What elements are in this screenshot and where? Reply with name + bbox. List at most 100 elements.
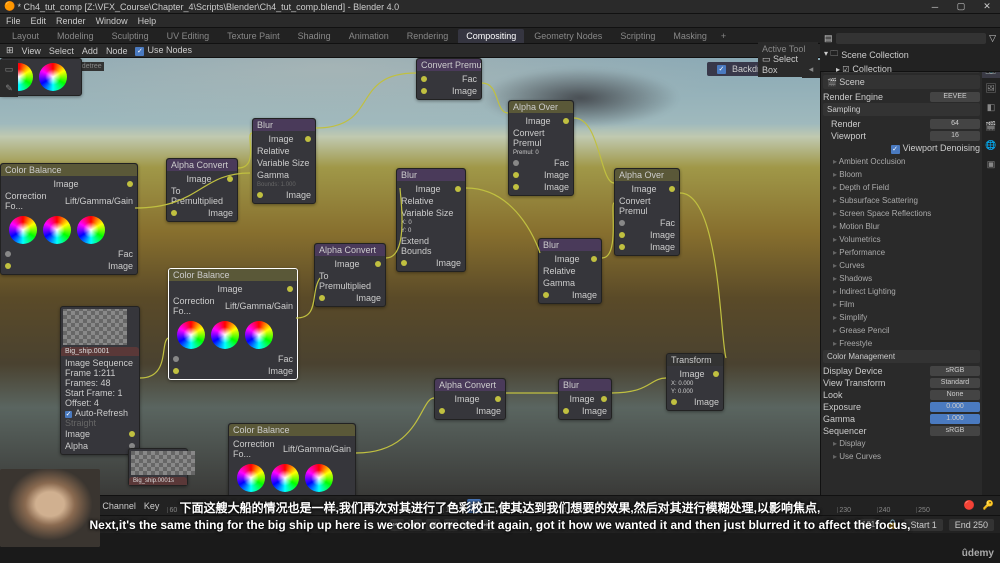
section-dof[interactable]: Depth of Field xyxy=(823,181,980,194)
section-indirect[interactable]: Indirect Lighting xyxy=(823,285,980,298)
tab-sculpting[interactable]: Sculpting xyxy=(104,29,157,43)
node-menu-select[interactable]: Select xyxy=(49,46,74,56)
blur-node-2[interactable]: Blur Image Relative Variable Size X: 0 Y… xyxy=(396,168,466,272)
annotate-tool[interactable]: ✎ xyxy=(0,79,18,97)
tab-layout[interactable]: Layout xyxy=(4,29,47,43)
section-shadows[interactable]: Shadows xyxy=(823,272,980,285)
menu-help[interactable]: Help xyxy=(138,16,157,26)
node-menu-view[interactable]: View xyxy=(22,46,41,56)
use-nodes-toggle[interactable]: Use Nodes xyxy=(135,45,192,56)
color-balance-node[interactable]: Color Balance Image Correction Fo...Lift… xyxy=(0,163,138,275)
object-properties-tab[interactable]: ▣ xyxy=(982,155,1000,173)
color-wheel-icon[interactable] xyxy=(245,321,273,349)
sequencer-dropdown[interactable]: sRGB xyxy=(930,426,980,436)
tab-rendering[interactable]: Rendering xyxy=(399,29,457,43)
output-properties-tab[interactable]: 🖼 xyxy=(982,79,1000,97)
menu-window[interactable]: Window xyxy=(96,16,128,26)
jump-end-button[interactable]: ⏭ xyxy=(480,519,494,531)
alpha-over-node-2[interactable]: Alpha Over ImageConvert PremulFacImageIm… xyxy=(614,168,680,256)
color-wheel-icon[interactable] xyxy=(271,464,299,492)
tab-texpaint[interactable]: Texture Paint xyxy=(219,29,288,43)
look-dropdown[interactable]: None xyxy=(930,390,980,400)
end-frame-field[interactable]: End 250 xyxy=(949,519,994,531)
gamma-field[interactable]: 1.000 xyxy=(930,414,980,424)
world-properties-tab[interactable]: 🌐 xyxy=(982,136,1000,154)
blur-node[interactable]: Blur Image Relative Variable Size Gamma … xyxy=(252,118,316,204)
menu-edit[interactable]: Edit xyxy=(31,16,47,26)
color-wheel-icon[interactable] xyxy=(9,216,37,244)
section-performance[interactable]: Performance xyxy=(823,246,980,259)
start-frame-field[interactable]: Start 1 xyxy=(904,519,942,531)
filter-funnel-icon[interactable]: ▽ xyxy=(989,33,996,44)
section-ao[interactable]: Ambient Occlusion xyxy=(823,155,980,168)
sidebar-toggle[interactable]: ◂ xyxy=(802,60,820,78)
section-freestyle[interactable]: Freestyle xyxy=(823,337,980,350)
viewlayer-properties-tab[interactable]: ◧ xyxy=(982,98,1000,116)
scene-datablock[interactable]: 🎬 Scene xyxy=(823,75,980,89)
tab-geonodes[interactable]: Geometry Nodes xyxy=(526,29,610,43)
tab-scripting[interactable]: Scripting xyxy=(612,29,663,43)
blur-node-3[interactable]: Blur ImageRelativeGammaImage xyxy=(538,238,602,304)
transform-node[interactable]: Transform ImageX: 0.000Y: 0.000Image xyxy=(666,353,724,411)
close-button[interactable]: ✕ xyxy=(978,2,996,12)
tab-uv[interactable]: UV Editing xyxy=(159,29,218,43)
blur-node-4[interactable]: Blur ImageImage xyxy=(558,378,612,420)
color-balance-node-selected[interactable]: Color Balance Image Correction Fo...Lift… xyxy=(168,268,298,380)
color-wheel-icon[interactable] xyxy=(305,464,333,492)
node-menu-node[interactable]: Node xyxy=(106,46,128,56)
menu-file[interactable]: File xyxy=(6,16,21,26)
section-film[interactable]: Film xyxy=(823,298,980,311)
color-wheel-icon[interactable] xyxy=(43,216,71,244)
section-gpencil[interactable]: Grease Pencil xyxy=(823,324,980,337)
image-input-node-2[interactable]: Big_ship.0001s xyxy=(128,448,188,486)
tab-animation[interactable]: Animation xyxy=(341,29,397,43)
exposure-field[interactable]: 0.000 xyxy=(930,402,980,412)
render-engine-dropdown[interactable]: EEVEE xyxy=(930,92,980,102)
section-simplify[interactable]: Simplify xyxy=(823,311,980,324)
section-volumetrics[interactable]: Volumetrics xyxy=(823,233,980,246)
add-workspace-button[interactable]: + xyxy=(717,31,730,41)
section-bloom[interactable]: Bloom xyxy=(823,168,980,181)
color-wheel-icon[interactable] xyxy=(211,321,239,349)
keyframe-prev-button[interactable]: ◀● xyxy=(408,519,422,531)
color-wheel-icon[interactable] xyxy=(77,216,105,244)
collection-row[interactable]: ▸ ☑ Collection xyxy=(822,63,998,75)
play-reverse-button[interactable]: ◀ xyxy=(426,519,440,531)
display-device-dropdown[interactable]: sRGB xyxy=(930,366,980,376)
scene-collection-row[interactable]: ▾ 🗀 Scene Collection xyxy=(822,47,998,63)
scene-properties-tab[interactable]: 🎬 xyxy=(982,117,1000,135)
frame-range-lock-icon[interactable]: 🔒 xyxy=(887,519,898,530)
editor-type-icon[interactable]: ⊞ xyxy=(6,45,14,56)
menu-render[interactable]: Render xyxy=(56,16,86,26)
keying-set-icon[interactable]: 🔑 xyxy=(983,500,994,511)
minimize-button[interactable]: ─ xyxy=(926,2,944,12)
node-menu-add[interactable]: Add xyxy=(82,46,98,56)
tab-compositing[interactable]: Compositing xyxy=(458,29,524,43)
autokey-icon[interactable]: 🔴 xyxy=(964,500,975,511)
select-tool[interactable]: ▭ xyxy=(0,60,18,78)
tab-shading[interactable]: Shading xyxy=(290,29,339,43)
section-ssr[interactable]: Screen Space Reflections xyxy=(823,207,980,220)
section-display[interactable]: Display xyxy=(823,437,980,450)
timeline-menu-channel[interactable]: Channel xyxy=(102,501,136,511)
color-balance-node-3[interactable]: Color Balance Correction Fo...Lift/Gamma… xyxy=(228,423,356,495)
section-sss[interactable]: Subsurface Scattering xyxy=(823,194,980,207)
play-button[interactable]: ▶ xyxy=(444,519,458,531)
node-editor-viewport[interactable]: Compositing Nodetree Backdrop Color Bala… xyxy=(0,58,820,495)
section-usecurves[interactable]: Use Curves xyxy=(823,450,980,463)
section-motionblur[interactable]: Motion Blur xyxy=(823,220,980,233)
alpha-convert-node-2[interactable]: Alpha Convert ImageTo PremultipliedImage xyxy=(314,243,386,307)
color-wheel-icon[interactable] xyxy=(177,321,205,349)
tab-masking[interactable]: Masking xyxy=(665,29,715,43)
current-frame-field[interactable]: 121 xyxy=(856,519,881,530)
filter-icon[interactable]: ▤ xyxy=(824,33,833,44)
tab-modeling[interactable]: Modeling xyxy=(49,29,102,43)
timeline-menu-key[interactable]: Key xyxy=(144,501,160,511)
view-transform-dropdown[interactable]: Standard xyxy=(930,378,980,388)
viewport-samples-field[interactable]: 16 xyxy=(930,131,980,141)
jump-start-button[interactable]: ⏮ xyxy=(390,519,404,531)
color-wheel-icon[interactable] xyxy=(237,464,265,492)
alpha-convert-node[interactable]: Alpha Convert Image To Premultiplied Ima… xyxy=(166,158,238,222)
color-wheel-icon[interactable] xyxy=(39,63,67,91)
timeline-track[interactable]: 6070809010011012013014015016017018019020… xyxy=(167,499,955,513)
